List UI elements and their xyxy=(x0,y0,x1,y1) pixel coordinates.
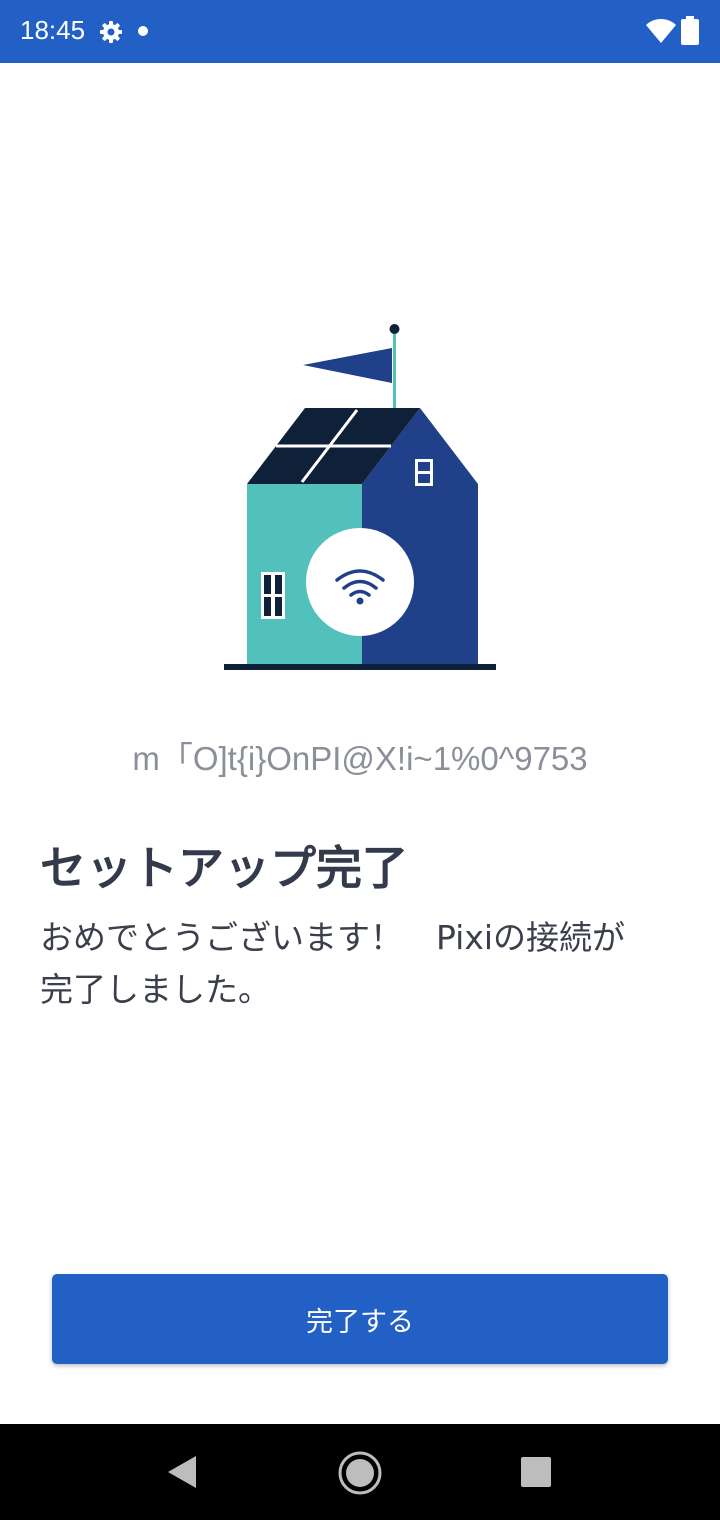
status-bar: 18:45 xyxy=(0,0,720,63)
completion-message: おめでとうございます！ Pixiの接続が 完了しました。 xyxy=(40,912,680,1016)
recents-icon[interactable] xyxy=(521,1457,551,1487)
battery-icon xyxy=(680,16,700,50)
gear-icon xyxy=(99,20,123,48)
device-id-text: m「O]t{i}OnPI@X!i~1%0^9753 xyxy=(132,740,588,777)
navigation-bar xyxy=(0,1424,720,1520)
done-button[interactable]: 完了する xyxy=(52,1274,668,1364)
wifi-icon xyxy=(645,18,677,48)
home-icon[interactable] xyxy=(336,1449,384,1501)
notification-dot-icon xyxy=(138,26,148,36)
status-time: 18:45 xyxy=(20,15,86,45)
completion-message-line-2: 完了しました。 xyxy=(40,970,271,1009)
back-icon[interactable] xyxy=(166,1454,198,1494)
done-button-label: 完了する xyxy=(306,1306,414,1338)
completion-message-line-1: おめでとうございます！ Pixiの接続が xyxy=(40,918,626,957)
house-with-wifi-illustration xyxy=(220,322,500,678)
page-title: セットアップ完了 xyxy=(40,841,408,895)
